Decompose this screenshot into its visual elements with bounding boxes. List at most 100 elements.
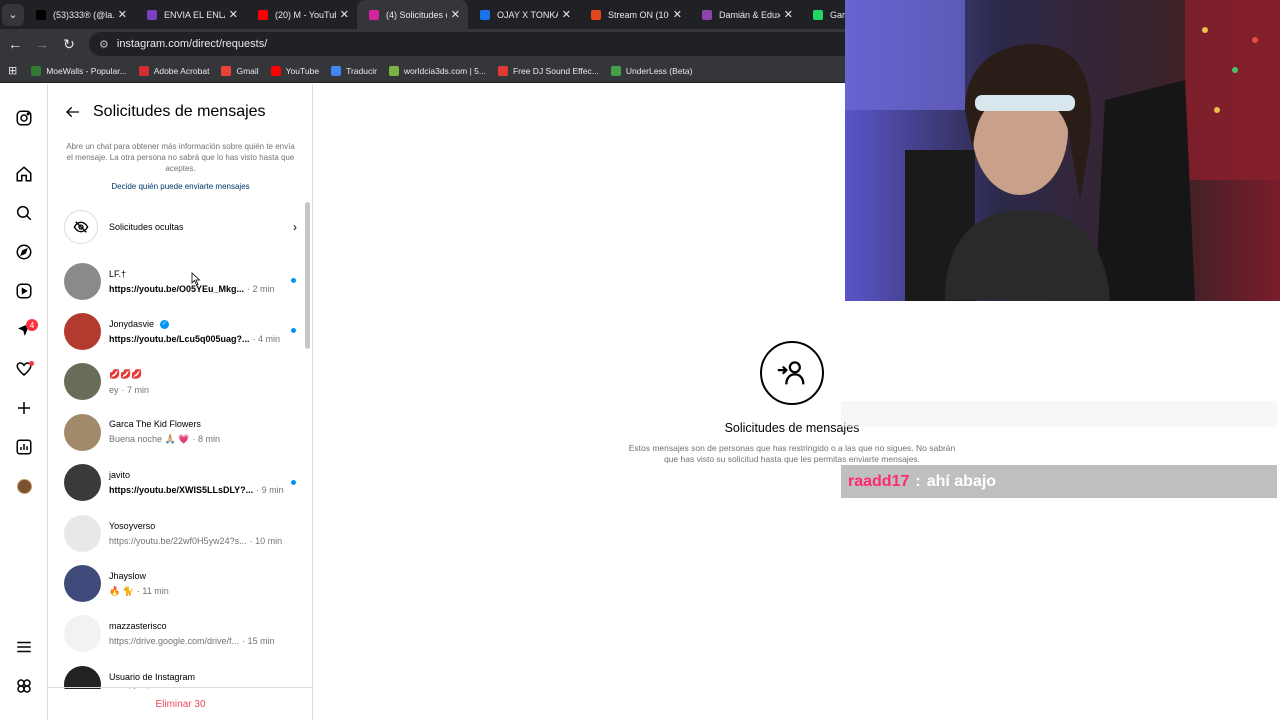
request-name: mazzasterisco <box>109 621 167 632</box>
explore-icon[interactable] <box>14 242 34 262</box>
browser-tab[interactable]: Stream ON (100% ✕ <box>579 0 690 29</box>
threads-icon[interactable] <box>14 676 34 696</box>
bookmark-favicon-icon <box>221 65 232 76</box>
tab-favicon-icon <box>258 9 268 20</box>
browser-tab[interactable]: OJAY X TONKA - Y ✕ <box>468 0 579 29</box>
apps-grid-icon[interactable]: ⊞ <box>8 64 17 77</box>
bookmark-item[interactable]: worldcia3ds.com | 5... <box>388 65 486 76</box>
chat-separator: : <box>915 472 921 490</box>
request-row[interactable]: LF.† https://youtu.be/O05YEu_Mkg... · 2 mi… <box>48 256 303 306</box>
create-icon[interactable] <box>14 398 34 418</box>
site-info-icon[interactable]: ⚙ <box>99 38 109 51</box>
request-name: javito <box>109 470 131 481</box>
unread-dot <box>291 328 296 334</box>
tab-title: (20) M - YouTube <box>275 9 336 20</box>
request-name-line: Jonydasvie ✓ <box>109 319 284 329</box>
unread-dot <box>291 479 296 485</box>
request-preview: https://drive.google.com/drive/f... <box>109 636 240 647</box>
request-row[interactable]: javito https://youtu.be/XWIS5LLsDLY?... · … <box>48 458 303 508</box>
request-row[interactable]: Garca The Kid Flowers Buena noche 🙏🏼 💗 · 8… <box>48 407 303 457</box>
home-icon[interactable] <box>14 164 34 184</box>
request-name: Garca The Kid Flowers <box>109 419 201 430</box>
url-text: instagram.com/direct/requests/ <box>116 38 268 50</box>
tab-favicon-icon <box>813 9 823 20</box>
tab-title: ENVIA EL ENLACE <box>164 9 225 20</box>
browser-tab[interactable]: (53)333® (@la.tre ✕ <box>24 0 135 29</box>
request-preview: https://youtu.be/Lcu5q005uag?... <box>109 334 250 345</box>
close-tab-icon[interactable]: ✕ <box>673 8 682 21</box>
bookmark-item[interactable]: Free DJ Sound Effec... <box>497 65 599 76</box>
bookmark-favicon-icon <box>331 65 342 76</box>
request-preview-line: Buena noche 🙏🏼 💗 · 8 min <box>109 434 284 445</box>
instagram-logo-icon[interactable] <box>14 108 34 128</box>
request-time: · 2 min <box>247 283 275 294</box>
close-tab-icon[interactable]: ✕ <box>229 8 238 21</box>
message-controls-link[interactable]: Decide quién puede enviarte mensajes <box>48 182 313 191</box>
chat-ghost-row <box>841 401 1277 427</box>
request-row[interactable]: 💋💋💋 ey · 7 min <box>48 357 303 407</box>
browser-tab[interactable]: (20) M - YouTube ✕ <box>246 0 357 29</box>
bookmark-item[interactable]: YouTube <box>270 65 320 76</box>
bookmark-item[interactable]: Gmail <box>221 65 259 76</box>
menu-icon[interactable] <box>14 637 34 657</box>
bookmark-item[interactable]: UnderLess (Beta) <box>610 65 692 76</box>
request-name-line: mazzasterisco <box>109 621 284 631</box>
webcam-overlay <box>845 0 1280 301</box>
reels-icon[interactable] <box>14 281 34 301</box>
request-preview-line: https://drive.google.com/drive/f... · 15 … <box>109 636 284 646</box>
avatar <box>64 313 101 351</box>
unread-dot <box>291 278 296 283</box>
tab-favicon-icon <box>480 9 490 20</box>
list-scrollbar[interactable] <box>305 202 310 349</box>
request-row[interactable]: Usuario de Instagramyo· 18 min <box>48 659 303 689</box>
request-row[interactable]: Yosoyverso https://youtu.be/22wf0H5yw24?s… <box>48 508 303 558</box>
bookmark-favicon-icon <box>497 65 508 76</box>
back-icon[interactable]: ← <box>3 32 27 56</box>
request-preview: https://youtu.be/22wf0H5yw24?s... <box>109 535 247 546</box>
bookmark-label: Free DJ Sound Effec... <box>512 65 599 76</box>
request-row[interactable]: Jhayslow 🔥 🐈 · 11 min <box>48 558 303 608</box>
request-list: LF.† https://youtu.be/O05YEu_Mkg... · 2 mi… <box>48 256 303 689</box>
reload-icon[interactable]: ↻ <box>57 32 81 56</box>
close-tab-icon[interactable]: ✕ <box>562 8 571 21</box>
request-preview-line: https://youtu.be/Lcu5q005uag?... · 4 min <box>109 334 284 344</box>
request-preview: ey <box>109 384 119 395</box>
bookmark-item[interactable]: Adobe Acrobat <box>138 65 209 76</box>
avatar <box>64 665 101 689</box>
tab-title: Stream ON (100% <box>608 9 669 20</box>
request-text: javito https://youtu.be/XWIS5LLsDLY?... · … <box>109 470 284 495</box>
bookmark-item[interactable]: MoeWalls - Popular... <box>31 65 127 76</box>
bookmark-label: worldcia3ds.com | 5... <box>403 65 486 76</box>
close-tab-icon[interactable]: ✕ <box>340 8 349 21</box>
delete-all-button[interactable]: Eliminar 30 <box>48 687 313 720</box>
browser-tab[interactable]: Damián & Edux | ✕ <box>690 0 801 29</box>
back-arrow-icon[interactable] <box>63 102 83 122</box>
request-preview-line: https://youtu.be/22wf0H5yw24?s... · 10 mi… <box>109 536 284 546</box>
request-preview: Buena noche 🙏🏼 💗 <box>109 434 190 445</box>
browser-tab[interactable]: (4) Solicitudes de ✕ <box>357 0 468 29</box>
messages-badge: 4 <box>26 319 38 331</box>
profile-avatar[interactable] <box>17 479 32 494</box>
hidden-requests-row[interactable]: Solicitudes ocultas › <box>48 210 303 244</box>
tab-title: (4) Solicitudes de <box>386 9 447 20</box>
dashboard-icon[interactable] <box>14 437 34 457</box>
bookmark-favicon-icon <box>270 65 281 76</box>
close-tab-icon[interactable]: ✕ <box>784 8 793 21</box>
bookmark-label: MoeWalls - Popular... <box>46 65 127 76</box>
request-preview-line: ey · 7 min <box>109 385 284 395</box>
bookmark-label: YouTube <box>285 65 320 76</box>
close-tab-icon[interactable]: ✕ <box>451 8 460 21</box>
avatar <box>64 262 101 300</box>
request-row[interactable]: Jonydasvie ✓ https://youtu.be/Lcu5q005uag?… <box>48 306 303 356</box>
browser-tab[interactable]: ENVIA EL ENLACE ✕ <box>135 0 246 29</box>
chat-username: raadd17 <box>848 472 910 490</box>
forward-icon[interactable]: → <box>30 32 54 56</box>
search-icon[interactable] <box>14 203 34 223</box>
request-time: · 10 min <box>249 535 283 546</box>
tab-search-chevron-icon[interactable]: ⌄ <box>2 3 24 26</box>
request-text: Jonydasvie ✓ https://youtu.be/Lcu5q005uag?… <box>109 319 284 344</box>
request-row[interactable]: mazzasterisco https://drive.google.com/dr… <box>48 609 303 659</box>
close-tab-icon[interactable]: ✕ <box>118 8 127 21</box>
avatar <box>64 363 101 401</box>
bookmark-item[interactable]: Traducir <box>331 65 377 76</box>
